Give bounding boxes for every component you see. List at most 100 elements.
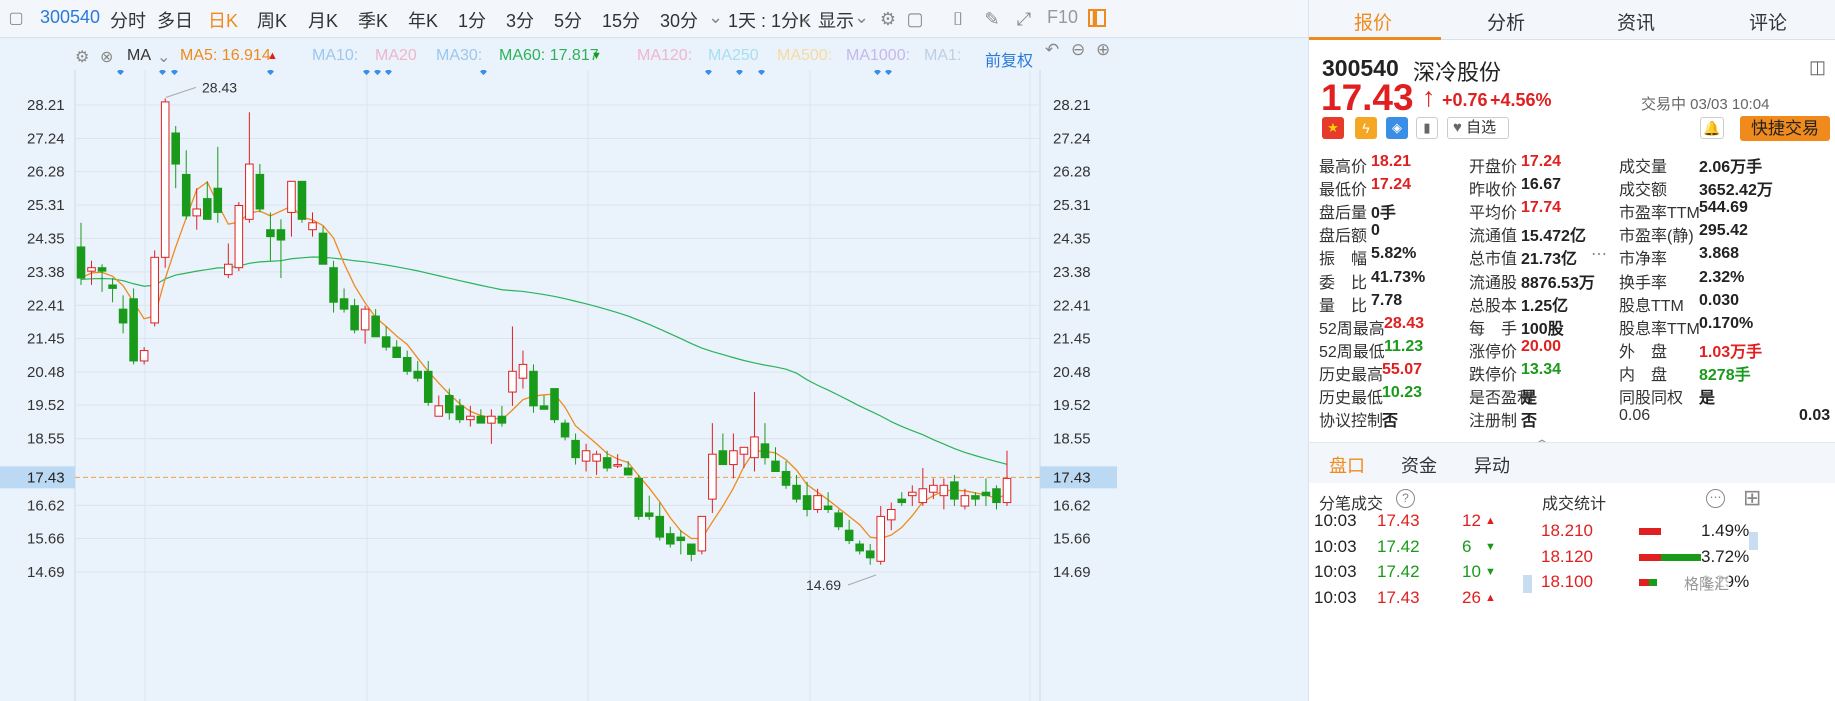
settings-gear-icon[interactable]: ⚙ xyxy=(878,9,898,29)
tab-jik[interactable]: 季K xyxy=(358,7,388,33)
y-tick-left: 27.24 xyxy=(27,131,65,148)
tab-15min[interactable]: 15分 xyxy=(602,7,640,33)
quote-value: 20.00 xyxy=(1521,337,1562,355)
ma10-label: MA10: xyxy=(312,47,359,64)
quote-value: 是 xyxy=(1699,390,1716,407)
quote-value: 16.67 xyxy=(1521,176,1562,194)
scrollbar-thumb[interactable] xyxy=(1523,575,1532,593)
event-marker-icon: ◆ xyxy=(159,70,166,76)
tab-zhouk[interactable]: 周K xyxy=(257,7,287,33)
y-tick-right: 18.55 xyxy=(1053,431,1091,448)
kline-chart[interactable]: 28.21 28.21 27.24 27.24 26.28 26.28 25.31 25.31… xyxy=(0,70,1308,701)
tab-30min[interactable]: 30分 xyxy=(660,7,698,33)
tab-3min[interactable]: 3分 xyxy=(506,7,534,33)
tab-zijin[interactable]: 资金 xyxy=(1401,452,1437,478)
quick-trade-button[interactable]: 快捷交易 xyxy=(1740,116,1830,141)
tab-yuek[interactable]: 月K xyxy=(308,7,338,33)
candle-up xyxy=(224,263,233,276)
tab-zixun[interactable]: 资讯 xyxy=(1617,8,1655,35)
quote-label: 市净率 xyxy=(1619,251,1668,269)
trade-direction-icon: ▼ xyxy=(1485,540,1496,553)
expand-panel-icon[interactable]: ⊞ xyxy=(1743,485,1761,511)
tab-pankou[interactable]: 盘口 xyxy=(1329,452,1365,478)
stats-buy-bar xyxy=(1639,579,1649,586)
fuquan-button[interactable]: 前复权 xyxy=(985,47,1033,71)
interval-chevron-icon[interactable]: ⌄ xyxy=(798,7,813,28)
quote-label: 盘后额 xyxy=(1319,228,1368,246)
quote-value: 17.24 xyxy=(1371,176,1412,194)
layout-panel-icon[interactable]: ◫ xyxy=(1809,57,1826,78)
fullscreen-icon[interactable]: ⤢ xyxy=(1014,9,1034,29)
tab-baojia[interactable]: 报价 xyxy=(1354,8,1392,35)
tag-icon[interactable]: ◈ xyxy=(1386,117,1408,139)
bookmark-icon[interactable]: ▮ xyxy=(1416,117,1438,139)
tab-duori[interactable]: 多日 xyxy=(157,7,193,33)
ma-close-icon[interactable]: ⊗ xyxy=(100,47,113,67)
candle-up xyxy=(160,101,170,258)
ma1-label: MA1: xyxy=(924,47,962,64)
ma500-label: MA500: xyxy=(777,47,833,64)
candle-down xyxy=(571,439,580,459)
watermark-logo: 格隆汇 xyxy=(1684,573,1730,594)
quote-panel: 报价 分析 资讯 评论 300540 深冷股份 ◫ 17.43 ↑ +0.76 … xyxy=(1308,0,1835,701)
tab-fenxi[interactable]: 分析 xyxy=(1487,8,1525,35)
pencil-icon[interactable]: ✎ xyxy=(982,9,1002,29)
tab-fenshi[interactable]: 分时 xyxy=(110,7,146,33)
camera-icon[interactable]: ⌷ xyxy=(948,9,968,29)
tab-pinglun[interactable]: 评论 xyxy=(1749,8,1787,35)
market-cap-more-icon[interactable]: ⋯ xyxy=(1591,244,1607,264)
candle-down xyxy=(213,187,223,213)
display-menu[interactable]: 显示 xyxy=(818,7,854,33)
candle-up xyxy=(245,163,254,220)
candle-up xyxy=(139,350,149,362)
candle-down xyxy=(623,467,633,476)
ma-settings-gear-icon[interactable]: ⚙ xyxy=(75,47,89,67)
f10-button[interactable]: F10 xyxy=(1047,7,1078,28)
tab-rik[interactable]: 日K xyxy=(208,7,238,33)
y-tick-left: 18.55 xyxy=(27,431,65,448)
stats-scrollbar-thumb[interactable] xyxy=(1749,532,1758,550)
quote-label: 成交额 xyxy=(1619,182,1668,200)
candle-up xyxy=(192,208,202,217)
candle-down xyxy=(771,460,780,472)
y-tick-right: 15.66 xyxy=(1053,530,1091,547)
more-options-icon[interactable]: ⋯ xyxy=(1706,489,1725,508)
tab-1min[interactable]: 1分 xyxy=(458,7,486,33)
ma-selector[interactable]: MA xyxy=(127,47,151,65)
undo-icon[interactable]: ↶ xyxy=(1045,40,1059,60)
candle-down xyxy=(171,132,180,165)
tab-niank[interactable]: 年K xyxy=(408,7,438,33)
lightning-icon[interactable]: ϟ xyxy=(1355,117,1377,139)
event-marker-icon: ◆ xyxy=(267,70,274,76)
quote-label: 涨停价 xyxy=(1469,343,1518,361)
more-periods-chevron-icon[interactable]: ⌄ xyxy=(708,7,723,28)
zoom-out-icon[interactable]: ⊖ xyxy=(1071,40,1085,60)
quote-label: 历史最高 xyxy=(1319,366,1384,384)
high-annotation: 28.43 xyxy=(202,79,237,95)
panel-toggle-icon[interactable]: ▌ xyxy=(1088,9,1106,27)
ma20-label: MA20 xyxy=(375,47,417,64)
candle-up xyxy=(739,446,749,455)
tab-5min[interactable]: 5分 xyxy=(554,7,582,33)
candle-up xyxy=(876,515,886,562)
bell-icon[interactable]: 🔔 xyxy=(1700,117,1724,139)
display-chevron-icon[interactable]: ⌄ xyxy=(854,7,869,28)
candle-down xyxy=(129,298,138,362)
price-change-pct: +4.56% xyxy=(1490,90,1552,110)
square-tool-icon[interactable]: ▢ xyxy=(905,9,925,29)
sidebar-toggle-icon[interactable]: ▢ xyxy=(6,9,26,29)
stats-buy-bar xyxy=(1639,553,1661,561)
quote-label: 总股本 xyxy=(1469,297,1518,315)
candle-down xyxy=(844,529,854,542)
add-watchlist-button[interactable]: ♥ 自选 xyxy=(1447,117,1509,139)
stock-code-tab[interactable]: 300540 xyxy=(40,7,100,28)
trade-price: 17.42 xyxy=(1377,536,1420,556)
help-icon[interactable]: ? xyxy=(1396,489,1415,508)
ma-chevron-down-icon[interactable]: ⌄ xyxy=(157,47,170,67)
tab-yidong[interactable]: 异动 xyxy=(1474,452,1510,478)
quote-value: 28.43 xyxy=(1384,314,1425,332)
zoom-in-icon[interactable]: ⊕ xyxy=(1096,40,1110,60)
quote-label: 振 幅 xyxy=(1319,251,1368,269)
stats-sell-bar xyxy=(1661,553,1701,561)
ma30-label: MA30: xyxy=(436,47,483,64)
